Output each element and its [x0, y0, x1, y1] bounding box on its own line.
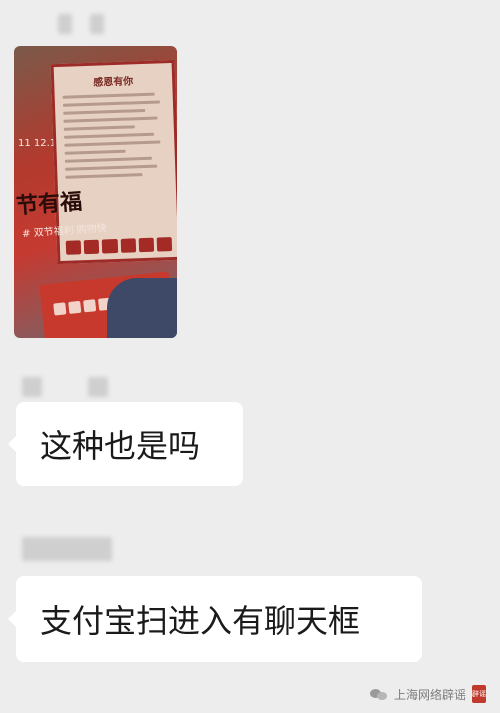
chat-image-message[interactable]: 11 12.12 感恩有你 节有福 # 双节福利 购物快	[14, 46, 177, 338]
blurred-sender-name-1	[58, 14, 72, 34]
photo-card-text-lines	[62, 92, 168, 179]
photo-card-title: 感恩有你	[93, 76, 134, 89]
watermark-footer: 上海网络辟谣 辟谣	[369, 685, 486, 703]
wechat-icon	[369, 687, 388, 701]
blurred-sender-name-2b	[88, 377, 108, 397]
account-name: 上海网络辟谣	[393, 687, 466, 702]
message-text: 支付宝扫进入有聊天框	[40, 602, 361, 640]
photo-card-app-icons	[65, 237, 173, 255]
blurred-sender-name-3	[22, 537, 112, 561]
blurred-sender-name-2	[22, 377, 42, 397]
message-text: 这种也是吗	[40, 427, 201, 465]
photo-background-cloth	[107, 278, 177, 338]
seal-icon: 辟谣	[472, 685, 486, 703]
photo-headline-text: 节有福	[15, 188, 83, 220]
chat-text-bubble[interactable]: 支付宝扫进入有聊天框	[8, 576, 422, 662]
chat-text-bubble[interactable]: 这种也是吗	[8, 402, 243, 486]
blurred-sender-name-1b	[90, 14, 104, 34]
